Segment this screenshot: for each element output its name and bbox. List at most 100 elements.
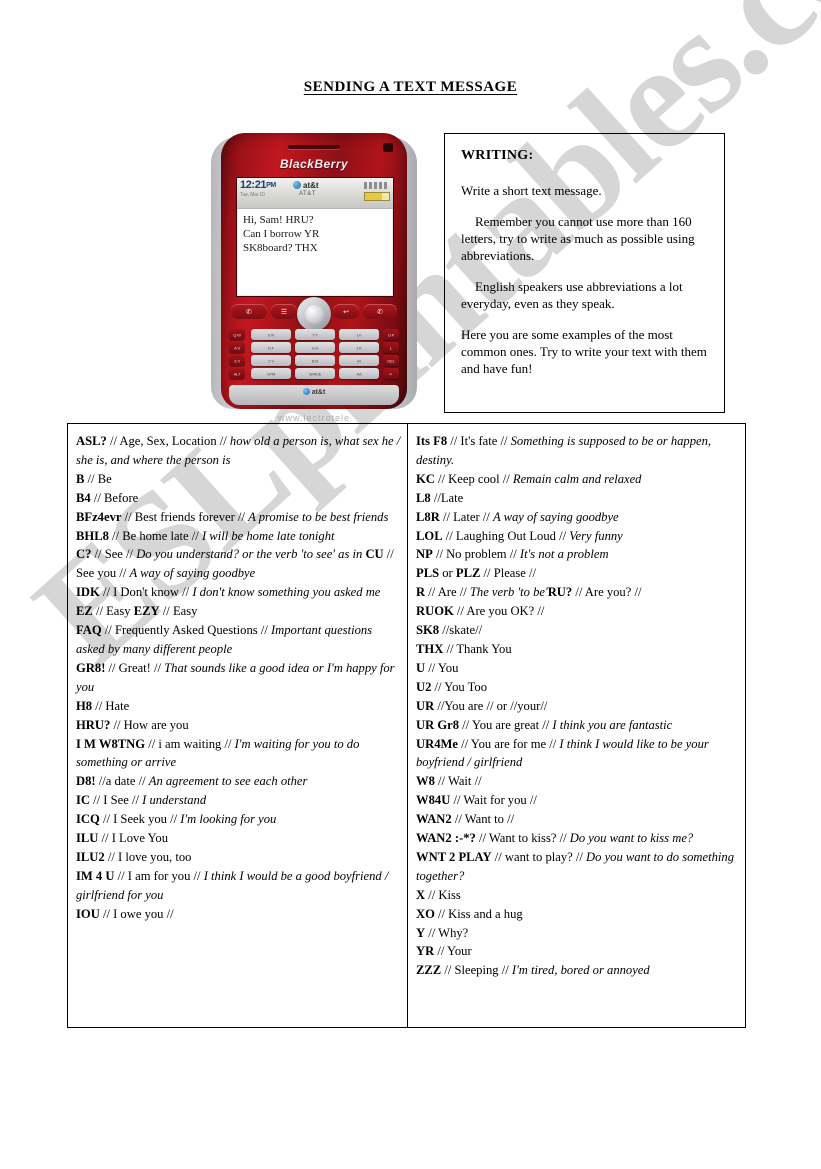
abbreviation-term: ILU2 [76,849,105,864]
abbreviation-meaning: // Please // [480,566,537,581]
abbreviation-entry: C? // See // Do you understand? or the v… [76,545,401,583]
abbreviation-meaning: // Sleeping // [441,963,512,978]
phone-keypad: Q W A S Z X ALT O P L DEL ↵ E R T Y U I … [229,329,399,385]
abbreviation-term: L8R [416,509,440,524]
abbreviation-entry: I M W8TNG // i am waiting // I'm waiting… [76,735,401,773]
abbreviation-entry: IOU // I owe you // [76,905,401,924]
abbreviation-term: WNT 2 PLAY [416,849,492,864]
abbreviation-term: ILU [76,831,99,846]
key-l: L [383,342,399,353]
abbreviation-meaning: // Are you OK? // [453,604,545,619]
key-label: ALT [233,371,241,376]
abbreviation-entry: L8R // Later // A way of saying goodbye [416,508,739,527]
abbreviation-term: Y [416,925,426,940]
abbreviation-term: WAN2 [416,812,452,827]
key-label: AA [356,371,362,376]
key-ty: T Y [295,329,335,340]
abbreviation-entry: LOL // Laughing Out Loud // Very funny [416,527,739,546]
key-gh: G H [295,342,335,353]
key-label: B N [311,358,319,363]
abbreviation-term: WAN2 :-*? [416,831,476,846]
abbreviation-entry: H8 // Hate [76,697,401,716]
worksheet-page: ESLprintables.com SENDING A TEXT MESSAGE… [0,0,821,1169]
abbreviation-meaning: // Kiss and a hug [434,906,523,921]
abbreviation-explanation: It's not a problem [519,547,609,562]
key-label: M [357,358,361,363]
key-ui: U I [339,329,379,340]
abbreviation-explanation: A way of saying goodbye [129,566,256,581]
abbreviation-explanation: I understand [142,793,207,808]
abbreviation-meaning: // I am for you // [114,868,204,883]
back-button: ↩ [333,304,359,319]
abbreviation-term: KC [416,471,435,486]
abbreviation-term: U2 [416,679,432,694]
abbreviation-entry: X // Kiss [416,886,739,905]
abbreviation-entry: B // Be [76,470,401,489]
abbreviation-explanation: I don't know something you asked me [192,585,381,600]
abbreviation-term: HRU? [76,717,111,732]
abbreviation-term: BFz4evr [76,509,122,524]
writing-paragraph: Write a short text message. [461,183,602,198]
abbreviation-meaning: // Best friends forever // [121,509,249,524]
abbreviation-entry: Y // Why? [416,924,739,943]
phone-bottom-bezel: at&t [229,385,399,405]
writing-instructions-box: WRITING: Write a short text message. Rem… [444,133,725,413]
abbreviation-explanation: Do you understand? or the verb 'to see' … [136,547,366,562]
abbreviation-term: Its F8 [416,434,448,448]
abbreviation-term: SK8 [416,623,440,638]
abbreviation-meaning: // Keep cool // [434,471,513,486]
phone-brand-label: BlackBerry [279,157,349,171]
abbreviation-meaning: //a date // [95,774,149,789]
abbreviation-meaning: //Late [430,490,464,505]
key-label: D F [268,345,274,350]
abbreviation-term: R [416,585,426,600]
abbreviation-meaning: // I Seek you // [99,812,181,827]
abbreviation-entry: NP // No problem // It's not a problem [416,545,739,564]
key-sym: SYM [251,368,291,379]
abbreviation-term: RUOK [416,604,454,619]
key-m: M [339,355,379,366]
back-icon: ↩ [343,307,349,316]
abbreviation-meaning: // Easy [92,604,134,619]
abbreviation-entry: U2 // You Too [416,678,739,697]
abbreviation-entry: ILU2 // I love you, too [76,848,401,867]
abbreviation-term: ZZZ [416,963,442,978]
message-line: Can I borrow YR [243,228,320,240]
text-message-preview: Hi, Sam! HRU? Can I borrow YR SK8board? … [238,209,392,295]
abbreviation-term: U [416,660,426,675]
abbreviation-entry: UR4Me // You are for me // I think I wou… [416,735,739,773]
writing-paragraph: English speakers use abbreviations a lot… [461,279,683,311]
abbreviation-entry: RUOK // Are you OK? // [416,602,739,621]
phone-screen: 12:21PM Tue, Mar 10 at&t AT&T Hi, Sam! H… [236,177,394,297]
key-label: DEL [387,358,395,363]
abbreviation-meaning: // How are you [110,717,189,732]
abbreviation-entry: WAN2 :-*? // Want to kiss? // Do you wan… [416,829,739,848]
key-label: ↵ [389,371,393,376]
abbreviation-meaning: // You Too [431,679,487,694]
abbreviation-meaning: // Before [90,490,139,505]
abbreviation-term: IC [76,793,90,808]
end-call-button: ✆ [363,304,397,319]
menu-button: ☰ [271,304,297,319]
abbreviation-entry: D8! //a date // An agreement to see each… [76,772,401,791]
key-cv: C V [251,355,291,366]
abbreviation-term: UR [416,698,435,713]
abbreviation-entry: GR8! // Great! // That sounds like a goo… [76,659,401,697]
abbreviation-meaning: // I Love You [98,831,169,846]
abbreviation-meaning: // Wait // [434,774,482,789]
abbreviation-meaning: // Are you? // [572,585,642,600]
abbreviation-meaning: // Wait for you // [450,793,537,808]
abbreviation-entry: IM 4 U // I am for you // I think I woul… [76,867,401,905]
abbreviation-term: C? [76,547,92,562]
key-bn: B N [295,355,335,366]
abbreviation-meaning: // Want to // [451,812,515,827]
abbreviation-entry: B4 // Before [76,489,401,508]
abbreviation-explanation: The verb 'to be' [469,585,548,600]
carrier-label: at&t [293,181,319,190]
call-button: ✆ [231,304,267,319]
page-title: SENDING A TEXT MESSAGE [0,78,821,96]
abbreviation-meaning: // Hate [92,698,130,713]
key-label: Q W [233,332,241,337]
abbreviation-meaning: // i am waiting // [145,736,235,751]
phone-carrier-badge: at&t [229,388,399,396]
